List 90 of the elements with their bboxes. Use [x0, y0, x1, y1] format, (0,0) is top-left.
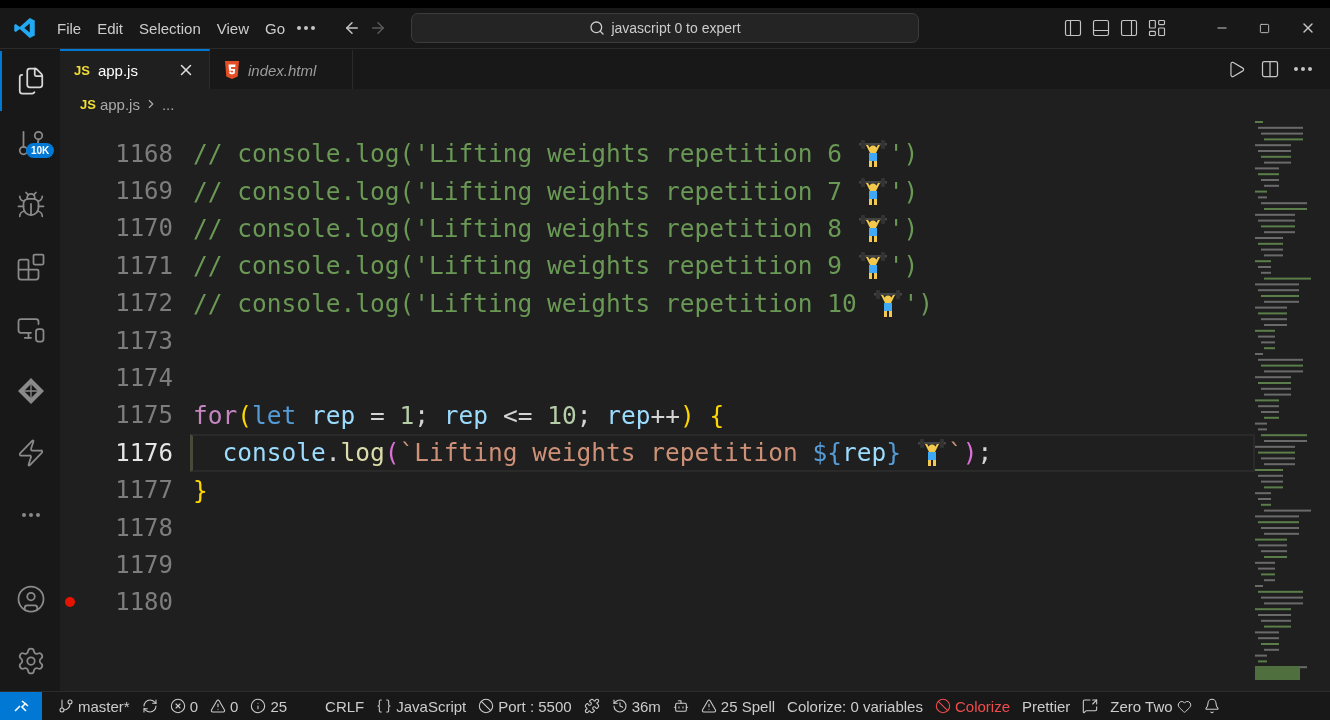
menu-item[interactable]: View — [208, 15, 257, 41]
braces-icon — [376, 698, 393, 714]
status-item[interactable]: 0 — [163, 692, 205, 720]
port-off-icon — [478, 698, 495, 714]
code-line: // console.log('Lifting weights repetition 10 ') — [192, 287, 935, 320]
search-field[interactable]: javascript 0 to expert — [411, 13, 919, 43]
code-line: // console.log('Lifting weights repetition 6 ') — [192, 138, 920, 171]
status-item[interactable]: Port : 5500 — [472, 692, 578, 720]
history-icon — [611, 698, 628, 714]
line-number: 1169 — [114, 177, 173, 206]
editor-tab[interactable]: JS app.js — [60, 49, 210, 89]
status-item[interactable]: JavaScript — [370, 692, 473, 720]
panel-left-icon — [1063, 18, 1083, 38]
status-item[interactable]: master* — [52, 692, 136, 720]
breadcrumb-item[interactable]: ... — [161, 95, 175, 113]
more-icon — [1294, 67, 1312, 71]
status-item[interactable]: 25 Spell — [694, 692, 782, 720]
status-item[interactable]: 0 — [204, 692, 245, 720]
line-number: 1178 — [114, 513, 173, 542]
js-file-icon: JS — [80, 96, 96, 112]
remote-icon — [13, 700, 29, 712]
play-icon — [1227, 59, 1246, 79]
more-icon — [22, 513, 40, 517]
line-number: 1170 — [114, 214, 173, 243]
breakpoint-dot[interactable] — [65, 597, 75, 608]
branch-icon — [58, 698, 74, 714]
layout-icon — [1147, 18, 1167, 38]
count-badge: 10K — [26, 143, 55, 158]
search-icon — [589, 20, 606, 36]
settings-icon — [16, 646, 46, 676]
panel-right-icon — [1119, 18, 1139, 38]
more-icon — [297, 26, 315, 30]
menu-item[interactable]: File — [49, 15, 90, 41]
app-logo — [14, 18, 35, 38]
heart-icon — [1176, 698, 1192, 714]
status-item[interactable]: Zero Two — [1104, 692, 1198, 720]
weightlifter-icon — [858, 214, 887, 242]
puzzle-icon — [583, 698, 600, 714]
weightlifter-icon — [858, 177, 887, 205]
menu-item[interactable]: Go — [257, 15, 293, 41]
warning-icon — [700, 698, 717, 714]
line-number: 1177 — [114, 476, 173, 505]
line-number: 1176 — [114, 438, 173, 467]
line-number: 1173 — [114, 326, 173, 355]
line-number: 1172 — [114, 289, 173, 318]
feedback-icon — [1082, 698, 1099, 714]
extensions-icon — [16, 252, 46, 282]
diamond-mesh-icon — [18, 378, 44, 404]
split-icon — [1260, 59, 1280, 79]
status-item[interactable]: 25 — [244, 692, 294, 720]
prohibited-icon — [934, 698, 951, 714]
html-file-icon — [224, 61, 240, 79]
line-number: 1179 — [114, 551, 173, 579]
panel-bottom-icon — [1091, 18, 1111, 38]
files-icon — [16, 66, 46, 96]
weightlifter-icon — [858, 252, 887, 280]
weightlifter-icon — [858, 140, 887, 168]
error-icon — [169, 698, 186, 714]
status-item[interactable]: Prettier — [1016, 692, 1077, 720]
breadcrumb-item[interactable]: app.js — [99, 95, 140, 113]
menu-item[interactable]: Selection — [131, 15, 209, 41]
activity-bar-button[interactable]: 10K — [0, 113, 60, 173]
info-icon — [250, 698, 267, 714]
arrow-right-icon — [369, 19, 387, 37]
code-line: for(let rep = 1; rep <= 10; rep++) { — [192, 399, 726, 432]
account-icon — [16, 584, 46, 614]
code-line: // console.log('Lifting weights repetition 8 ') — [192, 212, 920, 245]
line-number: 1171 — [114, 251, 173, 280]
status-item[interactable]: Colorize — [928, 692, 1016, 720]
menu-item[interactable]: Edit — [89, 15, 132, 41]
code-line: // console.log('Lifting weights repetition 7 ') — [192, 175, 920, 208]
remote-button[interactable] — [0, 692, 42, 720]
js-file-icon: JS — [74, 62, 90, 78]
code-line: // console.log('Lifting weights repetition 9 ') — [192, 250, 920, 283]
status-item[interactable]: Colorize: 0 variables — [781, 692, 929, 720]
weightlifter-icon — [873, 289, 902, 317]
maximize-icon — [1259, 22, 1270, 34]
line-number: 1174 — [114, 364, 173, 393]
line-number: 1168 — [114, 139, 173, 168]
lightning-icon — [16, 438, 46, 468]
sync-icon — [141, 698, 158, 714]
weightlifter-icon — [917, 439, 946, 467]
code-line: } — [192, 474, 209, 507]
status-item[interactable]: CRLF — [319, 692, 371, 720]
run-debug-icon — [16, 190, 46, 220]
warning-icon — [210, 698, 227, 714]
status-item[interactable]: 36m — [605, 692, 667, 720]
line-number: 1175 — [114, 401, 173, 430]
bell-icon — [1203, 698, 1220, 714]
line-number: 1180 — [114, 588, 173, 617]
